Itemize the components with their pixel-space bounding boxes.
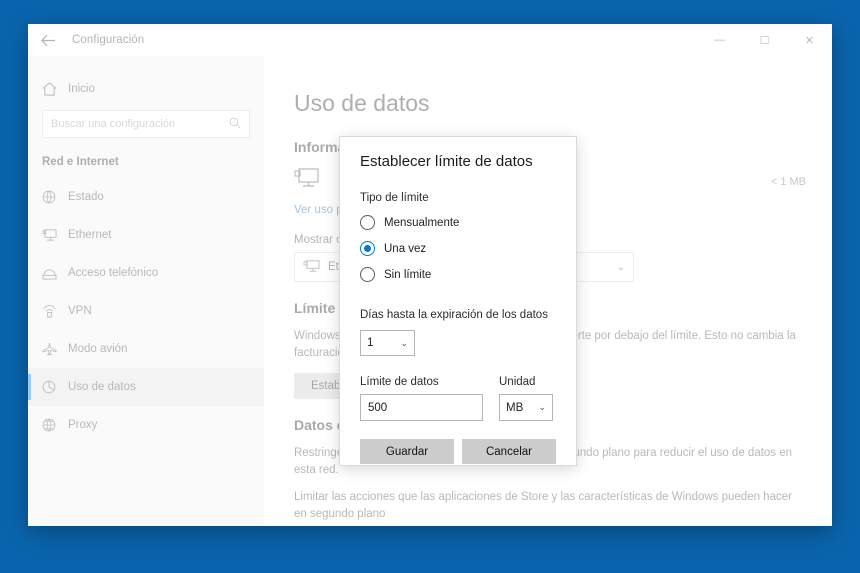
radio-una-vez-icon [360, 241, 375, 256]
page-title: Uso de datos [294, 90, 806, 117]
limit-type-option-label: Sin límite [384, 269, 431, 281]
sidebar-item-label: Acceso telefónico [68, 267, 158, 279]
search-box[interactable] [42, 110, 250, 138]
background-question: Limitar las acciones que las aplicacione… [294, 489, 806, 524]
minimize-button[interactable]: — [697, 24, 742, 56]
unit-label: Unidad [499, 376, 553, 388]
search-input[interactable] [51, 118, 229, 130]
ethernet-icon [42, 228, 68, 242]
sidebar-item-ethernet[interactable]: Ethernet [28, 216, 264, 254]
limit-type-option-mensualmente[interactable]: Mensualmente [360, 215, 556, 230]
monitor-icon [294, 167, 320, 196]
limit-fields-row: Límite de datos Unidad MB ⌄ [360, 376, 556, 421]
app-title: Configuración [72, 34, 144, 46]
sidebar-item-uso-de-datos[interactable]: Uso de datos [28, 368, 264, 406]
sidebar-item-label: Ethernet [68, 229, 111, 241]
sidebar-item-estado[interactable]: Estado [28, 178, 264, 216]
limit-type-option-sin-limite[interactable]: Sin límite [360, 267, 556, 282]
ethernet-icon [303, 259, 320, 276]
search-container [28, 110, 264, 138]
unit-select[interactable]: MB ⌄ [499, 394, 553, 421]
expiry-days-select[interactable]: 1 ⌄ [360, 330, 415, 356]
data-limit-label: Límite de datos [360, 376, 483, 388]
sidebar-item-proxy[interactable]: Proxy [28, 406, 264, 444]
chevron-down-icon: ⌄ [617, 262, 625, 273]
sidebar-item-home[interactable]: Inicio [28, 72, 264, 106]
sidebar-item-home-label: Inicio [68, 83, 95, 95]
datausage-icon [42, 380, 68, 394]
save-button[interactable]: Guardar [360, 439, 454, 464]
dialup-icon [42, 267, 68, 280]
cancel-button[interactable]: Cancelar [462, 439, 556, 464]
expiry-label: Días hasta la expiración de los datos [360, 309, 556, 321]
sidebar-item-label: Uso de datos [68, 381, 136, 393]
back-arrow-icon [41, 34, 56, 47]
sidebar-item-label: Proxy [68, 419, 97, 431]
proxy-icon [42, 418, 68, 432]
radio-mensualmente-icon [360, 215, 375, 230]
chevron-down-icon: ⌄ [400, 338, 408, 349]
settings-window: Configuración — ☐ ✕ Inicio [28, 24, 832, 526]
maximize-button[interactable]: ☐ [742, 24, 787, 56]
sidebar-item-modo-avion[interactable]: Modo avión [28, 330, 264, 368]
unit-field: Unidad MB ⌄ [499, 376, 553, 421]
title-bar: Configuración — ☐ ✕ [28, 24, 832, 56]
limit-type-option-label: Mensualmente [384, 217, 459, 229]
search-icon[interactable] [229, 117, 241, 132]
sidebar-item-acceso-telefonico[interactable]: Acceso telefónico [28, 254, 264, 292]
home-icon [42, 82, 68, 96]
limit-type-label: Tipo de límite [360, 192, 556, 204]
dialog-title: Establecer límite de datos [360, 153, 556, 170]
back-button[interactable] [28, 24, 68, 56]
dialog-buttons: Guardar Cancelar [360, 439, 556, 464]
airplane-icon [42, 342, 68, 356]
vpn-icon [42, 305, 68, 318]
limit-type-option-label: Una vez [384, 243, 426, 255]
radio-sin-limite-icon [360, 267, 375, 282]
sidebar-item-label: Estado [68, 191, 104, 203]
sidebar-item-vpn[interactable]: VPN [28, 292, 264, 330]
expiry-days-value: 1 [367, 337, 373, 349]
limit-type-option-una-vez[interactable]: Una vez [360, 241, 556, 256]
usage-amount: < 1 MB [771, 176, 806, 188]
data-limit-field: Límite de datos [360, 376, 483, 421]
close-button[interactable]: ✕ [787, 24, 832, 56]
chevron-down-icon: ⌄ [538, 402, 546, 413]
window-controls: — ☐ ✕ [697, 24, 832, 56]
unit-select-value: MB [506, 402, 523, 414]
status-icon [42, 190, 68, 204]
sidebar-item-label: VPN [68, 305, 92, 317]
set-data-limit-dialog: Establecer límite de datos Tipo de límit… [339, 136, 577, 466]
data-limit-input[interactable] [360, 394, 483, 421]
sidebar: Inicio Red e Internet Estado [28, 56, 264, 526]
sidebar-section-header: Red e Internet [28, 150, 264, 178]
sidebar-item-label: Modo avión [68, 343, 127, 355]
